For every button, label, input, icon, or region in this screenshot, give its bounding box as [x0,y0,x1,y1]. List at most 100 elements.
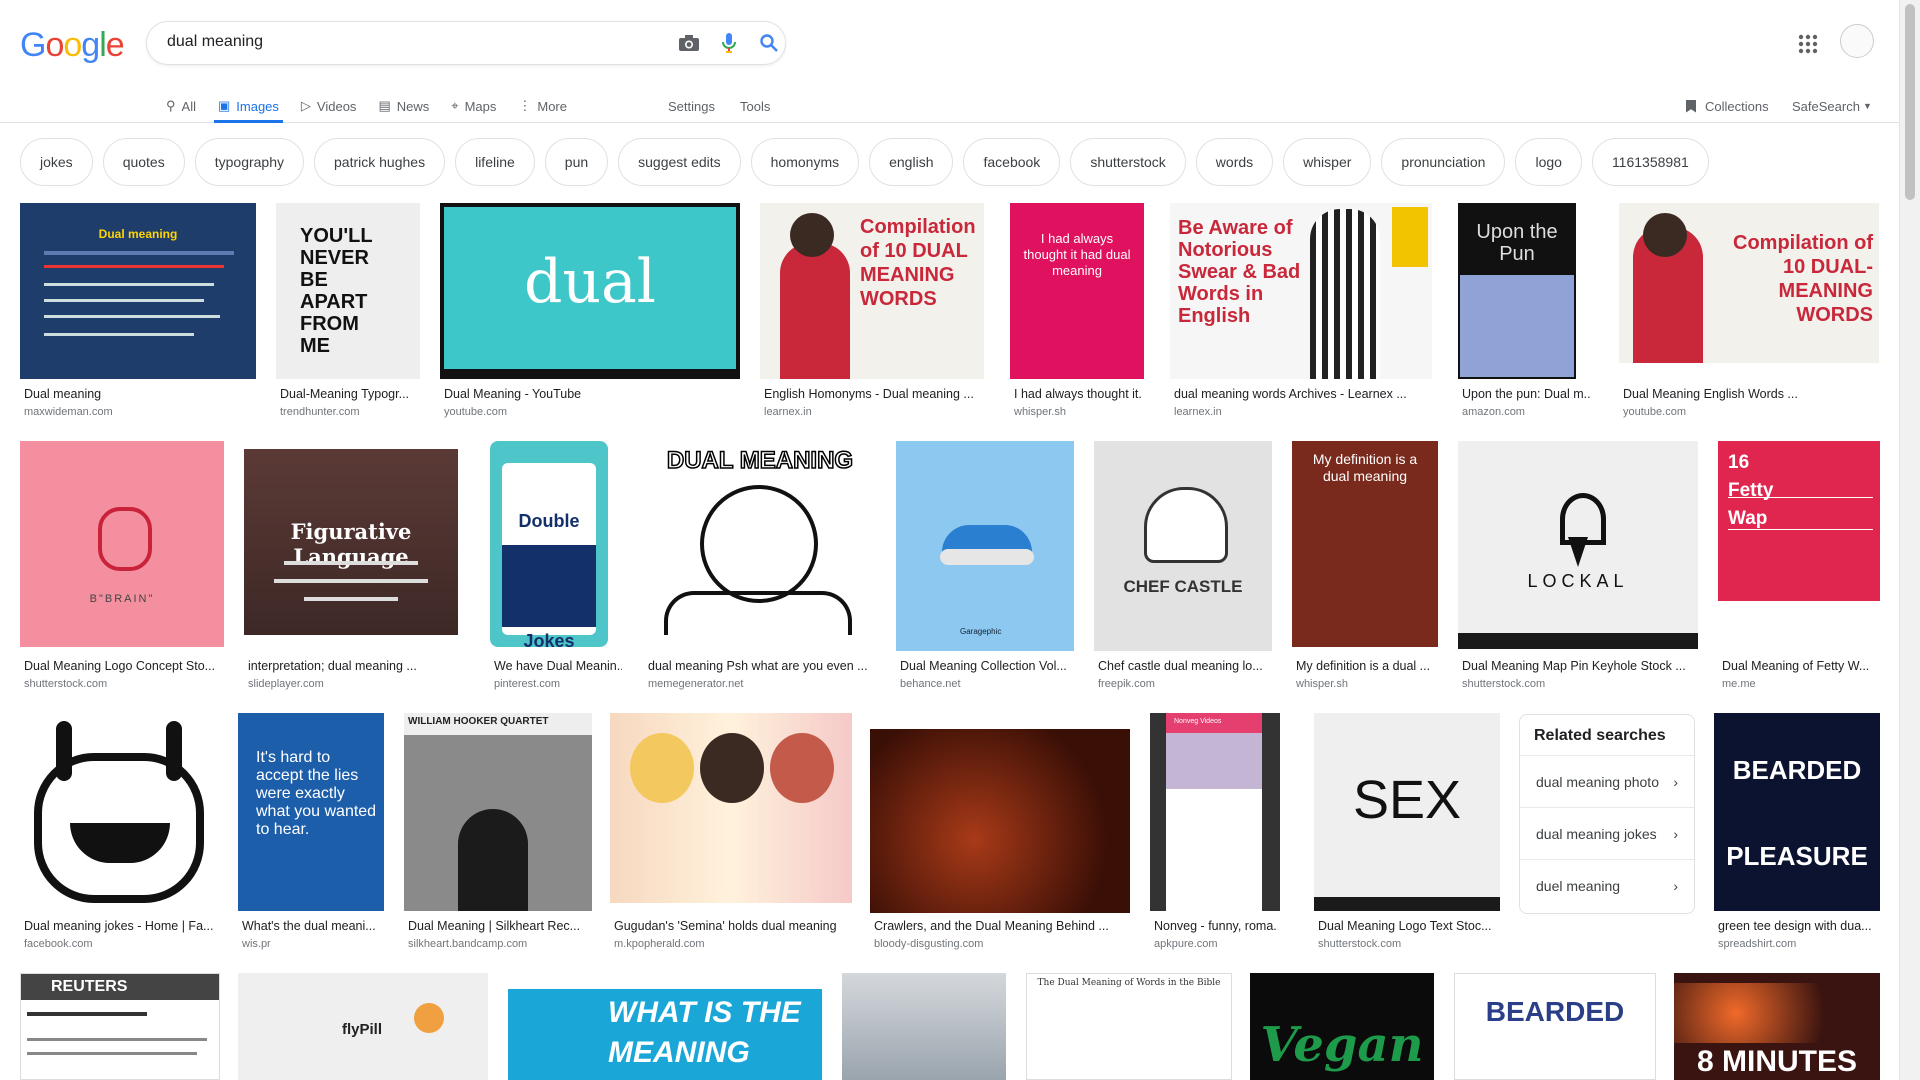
safesearch-menu[interactable]: SafeSearch ▼ [1792,90,1872,122]
image-result[interactable] [842,973,1006,1080]
image-result[interactable]: LOCKAL Dual Meaning Map Pin Keyhole Stoc… [1458,441,1698,695]
image-result[interactable]: Double Meaning Funny Jokes We have Dual … [490,441,624,695]
result-thumbnail[interactable]: Vegan [1250,973,1434,1080]
image-result[interactable]: Nonveg Videos Nonveg - funny, roma... ap… [1150,713,1280,953]
result-title[interactable]: Upon the pun: Dual m... [1462,387,1590,401]
tools-link[interactable]: Tools [740,90,770,122]
chip[interactable]: shutterstock [1070,138,1186,186]
result-title[interactable]: green tee design with dua... [1718,919,1878,933]
search-input[interactable]: dual meaning [167,33,263,51]
camera-icon[interactable] [677,31,701,55]
image-result[interactable]: BEARDED [1454,973,1656,1080]
related-search-item[interactable]: dual meaning photo › [1520,755,1694,807]
result-title[interactable]: Crawlers, and the Dual Meaning Behind ..… [874,919,1128,933]
result-title[interactable]: Dual Meaning Logo Text Stoc... [1318,919,1498,933]
result-thumbnail[interactable]: LOCKAL [1458,441,1698,649]
result-thumbnail[interactable]: BEARDED PLEASURE [1714,713,1880,911]
result-thumbnail[interactable]: YOU'LL NEVER BE APART FROM ME [276,203,420,379]
result-title[interactable]: Nonveg - funny, roma... [1154,919,1278,933]
chip[interactable]: pun [544,138,609,186]
result-thumbnail[interactable]: CHEF CASTLE [1094,441,1272,651]
result-title[interactable]: Dual-Meaning Typogr... [280,387,418,401]
image-result[interactable]: Compilation of 10 DUAL MEANING WORDS Eng… [760,203,984,423]
image-result[interactable]: My definition is a dual meaning My defin… [1292,441,1438,695]
image-result[interactable]: Be Aware of Notorious Swear & Bad Words … [1170,203,1432,423]
chip[interactable]: 1161358981 [1591,138,1709,186]
result-thumbnail[interactable]: BEARDED [1454,973,1656,1080]
search-box[interactable]: dual meaning [146,21,786,65]
tab-maps[interactable]: ⌖ Maps [451,90,496,122]
result-title[interactable]: Dual Meaning Collection Vol... [900,659,1072,673]
tab-news[interactable]: ▤ News [378,90,429,122]
microphone-icon[interactable] [717,31,741,55]
result-title[interactable]: Dual Meaning | Silkheart Rec... [408,919,590,933]
result-title[interactable]: dual meaning Psh what are you even ... [648,659,874,673]
image-result[interactable]: 16 Fetty Wap Dual Meaning of Fetty W... … [1718,441,1880,695]
result-title[interactable]: What's the dual meani... [242,919,382,933]
result-thumbnail[interactable]: REUTERS [20,973,220,1080]
image-result[interactable]: Upon the Pun Upon the pun: Dual m... ama… [1458,203,1592,423]
avatar[interactable] [1840,24,1874,58]
related-search-item[interactable]: dual meaning jokes › [1520,807,1694,859]
result-title[interactable]: Dual meaning [24,387,254,401]
result-title[interactable]: My definition is a dual ... [1296,659,1436,673]
chip[interactable]: lifeline [455,138,535,186]
google-logo[interactable]: Google [20,26,125,65]
result-thumbnail[interactable]: It's hard to accept the lies were exactl… [238,713,384,911]
image-result[interactable]: The Dual Meaning of Words in the Bible [1026,973,1232,1080]
result-thumbnail[interactable] [610,713,852,903]
result-thumbnail[interactable]: 16 Fetty Wap [1718,441,1880,647]
scrollbar-thumb[interactable] [1905,4,1915,200]
result-thumbnail[interactable] [20,713,218,911]
result-title[interactable]: Dual Meaning of Fetty W... [1722,659,1878,673]
chip[interactable]: jokes [20,138,93,186]
result-thumbnail[interactable]: WILLIAM HOOKER QUARTET [404,713,592,911]
result-title[interactable]: Chef castle dual meaning lo... [1098,659,1270,673]
chip[interactable]: words [1195,138,1274,186]
chip[interactable]: facebook [963,138,1061,186]
chip[interactable]: whisper [1283,138,1372,186]
image-result[interactable]: Vegan [1250,973,1434,1080]
result-title[interactable]: I had always thought it... [1014,387,1142,401]
result-title[interactable]: Dual Meaning - YouTube [444,387,738,401]
image-result[interactable]: YOU'LL NEVER BE APART FROM ME Dual-Meani… [276,203,420,423]
image-result[interactable]: 8 MINUTES [1674,973,1880,1080]
result-thumbnail[interactable]: Garagephic [896,441,1074,651]
result-title[interactable]: Dual Meaning Map Pin Keyhole Stock ... [1462,659,1696,673]
image-result[interactable]: Garagephic Dual Meaning Collection Vol..… [896,441,1074,695]
result-thumbnail[interactable]: My definition is a dual meaning [1292,441,1438,647]
apps-grid-icon[interactable] [1796,32,1820,56]
collections-link[interactable]: Collections [1686,90,1769,122]
related-search-item[interactable]: duel meaning › [1520,859,1694,911]
chip[interactable]: logo [1515,138,1582,186]
tab-all[interactable]: ⚲ All [166,90,196,122]
tab-images[interactable]: ▣ Images [213,90,283,123]
tab-videos[interactable]: ▷ Videos [301,90,357,122]
image-result[interactable]: dual Dual Meaning - YouTube youtube.com [440,203,740,423]
chip[interactable]: pronunciation [1381,138,1506,186]
image-result[interactable]: REUTERS [20,973,220,1080]
image-result[interactable]: Figurative Language interpretation; dual… [244,441,458,695]
result-thumbnail[interactable]: The Dual Meaning of Words in the Bible [1026,973,1232,1080]
result-title[interactable]: English Homonyms - Dual meaning ... [764,387,982,401]
image-result[interactable]: B"BRAIN" Dual Meaning Logo Concept Sto..… [20,441,224,695]
image-result[interactable]: WILLIAM HOOKER QUARTET Dual Meaning | Si… [404,713,592,953]
image-result[interactable]: WHAT IS THE MEANING [508,973,822,1080]
result-thumbnail[interactable]: flyPill [238,973,488,1080]
image-result[interactable]: flyPill [238,973,488,1080]
result-thumbnail[interactable]: B"BRAIN" [20,441,224,647]
result-thumbnail[interactable] [842,973,1006,1080]
image-result[interactable]: SEX Dual Meaning Logo Text Stoc... shutt… [1314,713,1500,953]
chip[interactable]: typography [194,138,305,186]
result-thumbnail[interactable]: 8 MINUTES [1674,973,1880,1080]
image-result[interactable]: DUAL MEANING dual meaning Psh what are y… [644,441,876,695]
chip[interactable]: suggest edits [618,138,741,186]
image-result[interactable]: CHEF CASTLE Chef castle dual meaning lo.… [1094,441,1272,695]
result-thumbnail[interactable]: DUAL MEANING [644,441,876,647]
result-thumbnail[interactable]: Double Meaning Funny Jokes [490,441,624,647]
image-result[interactable]: Dual meaning jokes - Home | Fa... facebo… [20,713,218,953]
result-thumbnail[interactable]: Dual meaning [20,203,256,379]
image-result[interactable]: BEARDED PLEASURE green tee design with d… [1714,713,1880,953]
result-thumbnail[interactable]: Figurative Language [244,441,458,647]
result-thumbnail[interactable]: Compilation of 10 DUAL-MEANING WORDS [1619,203,1879,363]
